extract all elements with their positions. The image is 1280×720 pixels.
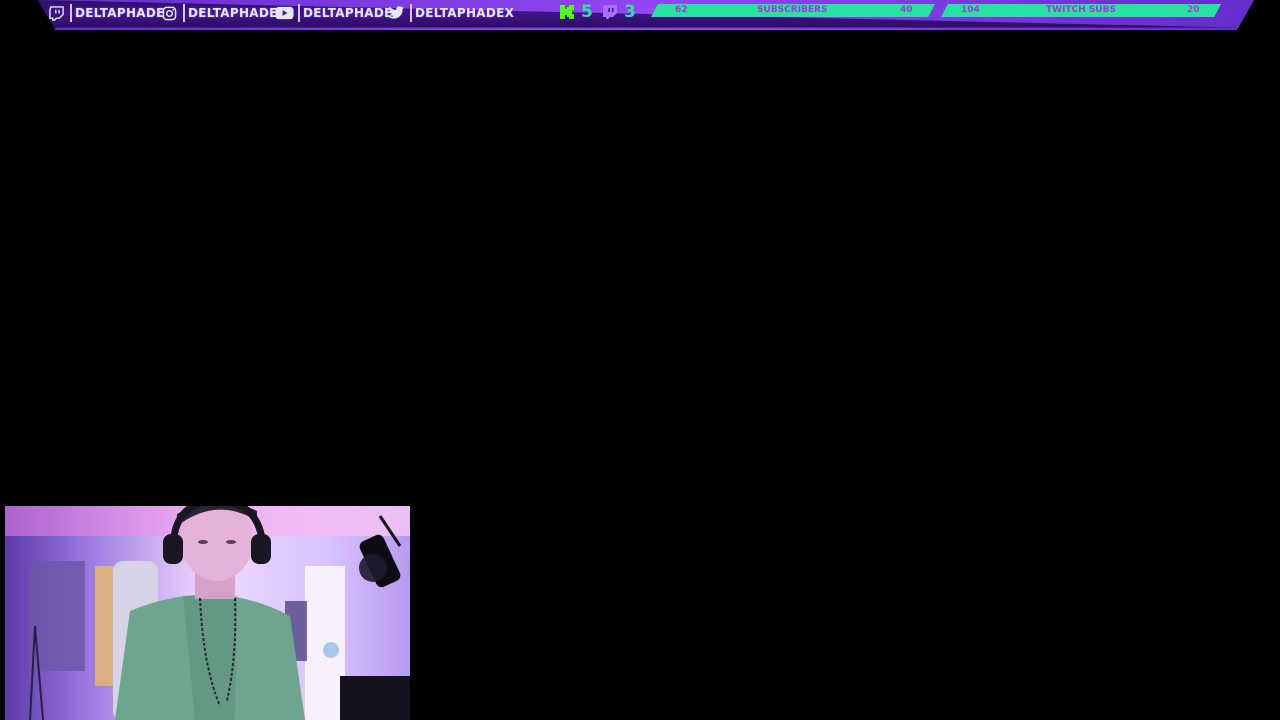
- social-youtube: [274, 3, 294, 23]
- social-twitter-handle: DELTAPHADEX: [410, 3, 514, 23]
- goal-twitch-label: TWITCH SUBS: [1046, 5, 1116, 15]
- kick-icon: [559, 4, 575, 20]
- twitch-icon: [602, 4, 618, 20]
- goal-subscribers-label: SUBSCRIBERS: [757, 5, 828, 15]
- webcam-scene: [5, 506, 410, 720]
- youtube-icon: [274, 5, 294, 22]
- social-youtube-handle: DELTAPHADE: [298, 3, 393, 23]
- twitch-icon: [48, 5, 65, 22]
- divider: [410, 4, 412, 22]
- instagram-icon: [161, 5, 178, 22]
- twitch-handle: DELTAPHADE: [75, 6, 165, 20]
- social-twitter: [388, 3, 405, 23]
- twitter-icon: [388, 5, 405, 22]
- goal-subscribers-current: 62: [675, 5, 688, 15]
- divider: [298, 4, 300, 22]
- social-twitch-handle: DELTAPHADE: [70, 3, 165, 23]
- social-instagram-handle: DELTAPHADE: [183, 3, 278, 23]
- kick-count: 5: [581, 2, 593, 22]
- webcam-feed: [5, 506, 410, 720]
- divider: [183, 4, 185, 22]
- goal-twitch-current: 104: [961, 5, 980, 15]
- youtube-handle: DELTAPHADE: [303, 6, 393, 20]
- instagram-handle: DELTAPHADE: [188, 6, 278, 20]
- goal-twitch-target: 20: [1187, 5, 1200, 15]
- twitch-count: 3: [624, 2, 636, 22]
- top-bar-content: DELTAPHADE DELTAPHADE DELTAPHADE DELTAPH…: [0, 0, 1280, 26]
- stream-overlay: DELTAPHADE DELTAPHADE DELTAPHADE DELTAPH…: [0, 0, 1280, 720]
- social-twitch: [48, 3, 65, 23]
- social-instagram: [161, 3, 178, 23]
- divider: [70, 4, 72, 22]
- twitter-handle: DELTAPHADEX: [415, 6, 515, 20]
- goal-subscribers-target: 40: [900, 5, 913, 15]
